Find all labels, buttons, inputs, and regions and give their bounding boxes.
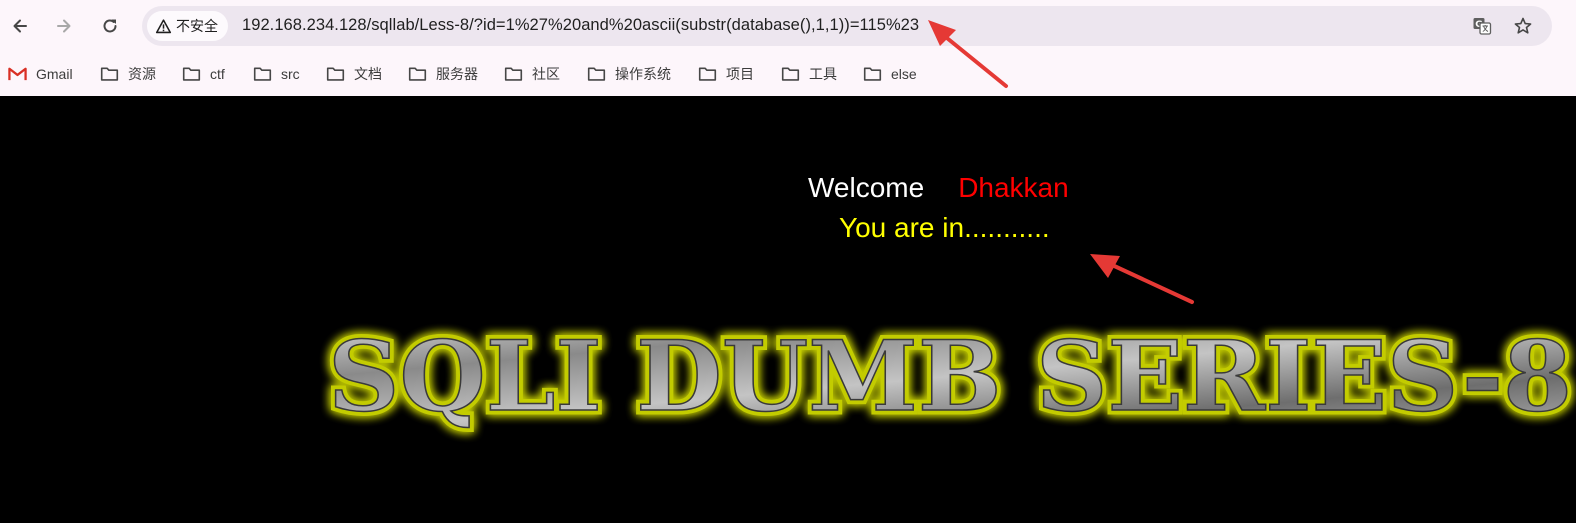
reload-icon	[103, 19, 117, 33]
folder-icon	[182, 67, 201, 81]
bookmark-folder[interactable]: 项目	[698, 62, 754, 86]
bookmark-folder[interactable]: 社区	[504, 62, 560, 86]
folder-icon	[408, 67, 427, 81]
bookmark-folder[interactable]: 服务器	[408, 62, 478, 86]
browser-toolbar: 不安全 192.168.234.128/sqllab/Less-8/?id=1%…	[0, 0, 1576, 52]
bookmark-folder[interactable]: 工具	[781, 62, 837, 86]
bookmarks-bar: Gmail 资源 ctf src 文档 服务器 社区 操作系统 项目 工具 el…	[0, 52, 1576, 96]
warning-icon	[155, 18, 172, 33]
bookmark-label: else	[891, 66, 917, 82]
bookmark-folder[interactable]: 文档	[326, 62, 382, 86]
bookmark-folder[interactable]: else	[863, 62, 917, 86]
bookmark-label: 社区	[532, 66, 560, 82]
user-name: Dhakkan	[958, 172, 1069, 203]
annotation-arrow-icon	[928, 20, 1008, 88]
forward-button[interactable]	[48, 10, 80, 42]
page-banner: SQLI DUMB SERIES-8 SQLI DUMB SERIES-8	[324, 316, 1576, 438]
translate-button[interactable]: G	[1470, 14, 1494, 38]
folder-icon	[326, 67, 345, 81]
banner-title: SQLI DUMB SERIES-8	[328, 320, 1572, 433]
bookmark-label: Gmail	[36, 66, 73, 82]
page-content: Welcome Dhakkan You are in........... SQL…	[0, 96, 1576, 523]
security-indicator[interactable]: 不安全	[147, 11, 228, 41]
bookmark-label: 项目	[726, 66, 754, 82]
bookmark-label: 服务器	[436, 66, 478, 82]
bookmark-label: 文档	[354, 66, 382, 82]
translate-icon: G	[1473, 18, 1492, 35]
folder-icon	[100, 67, 119, 81]
annotation-arrow-icon	[1090, 254, 1194, 304]
security-label: 不安全	[176, 18, 218, 34]
banner-graphic: SQLI DUMB SERIES-8 SQLI DUMB SERIES-8	[324, 316, 1576, 438]
star-icon	[1514, 17, 1532, 34]
gmail-icon	[8, 67, 27, 81]
folder-icon	[587, 67, 606, 81]
reload-button[interactable]	[94, 10, 126, 42]
bookmark-star-button[interactable]	[1511, 14, 1535, 38]
folder-icon	[863, 67, 882, 81]
folder-icon	[781, 67, 800, 81]
bookmark-gmail[interactable]: Gmail	[8, 62, 73, 86]
bookmark-folder[interactable]: ctf	[182, 62, 225, 86]
address-bar[interactable]: 不安全 192.168.234.128/sqllab/Less-8/?id=1%…	[142, 6, 1552, 46]
bookmark-folder[interactable]: 操作系统	[587, 62, 671, 86]
arrow-left-icon	[13, 19, 27, 33]
login-status: You are in...........	[839, 212, 1050, 243]
arrow-right-icon	[57, 19, 71, 33]
welcome-line: Welcome Dhakkan	[808, 172, 1069, 204]
bookmark-label: ctf	[210, 66, 225, 82]
bookmark-label: src	[281, 66, 300, 82]
bookmark-label: 工具	[809, 66, 837, 82]
welcome-text: Welcome	[808, 172, 925, 203]
bookmark-folder[interactable]: src	[253, 62, 300, 86]
bookmark-label: 操作系统	[615, 66, 671, 82]
back-button[interactable]	[4, 10, 36, 42]
bookmark-folder[interactable]: 资源	[100, 62, 156, 86]
url-text[interactable]: 192.168.234.128/sqllab/Less-8/?id=1%27%2…	[242, 16, 919, 35]
bookmark-label: 资源	[128, 66, 156, 82]
folder-icon	[253, 67, 272, 81]
folder-icon	[698, 67, 717, 81]
folder-icon	[504, 67, 523, 81]
